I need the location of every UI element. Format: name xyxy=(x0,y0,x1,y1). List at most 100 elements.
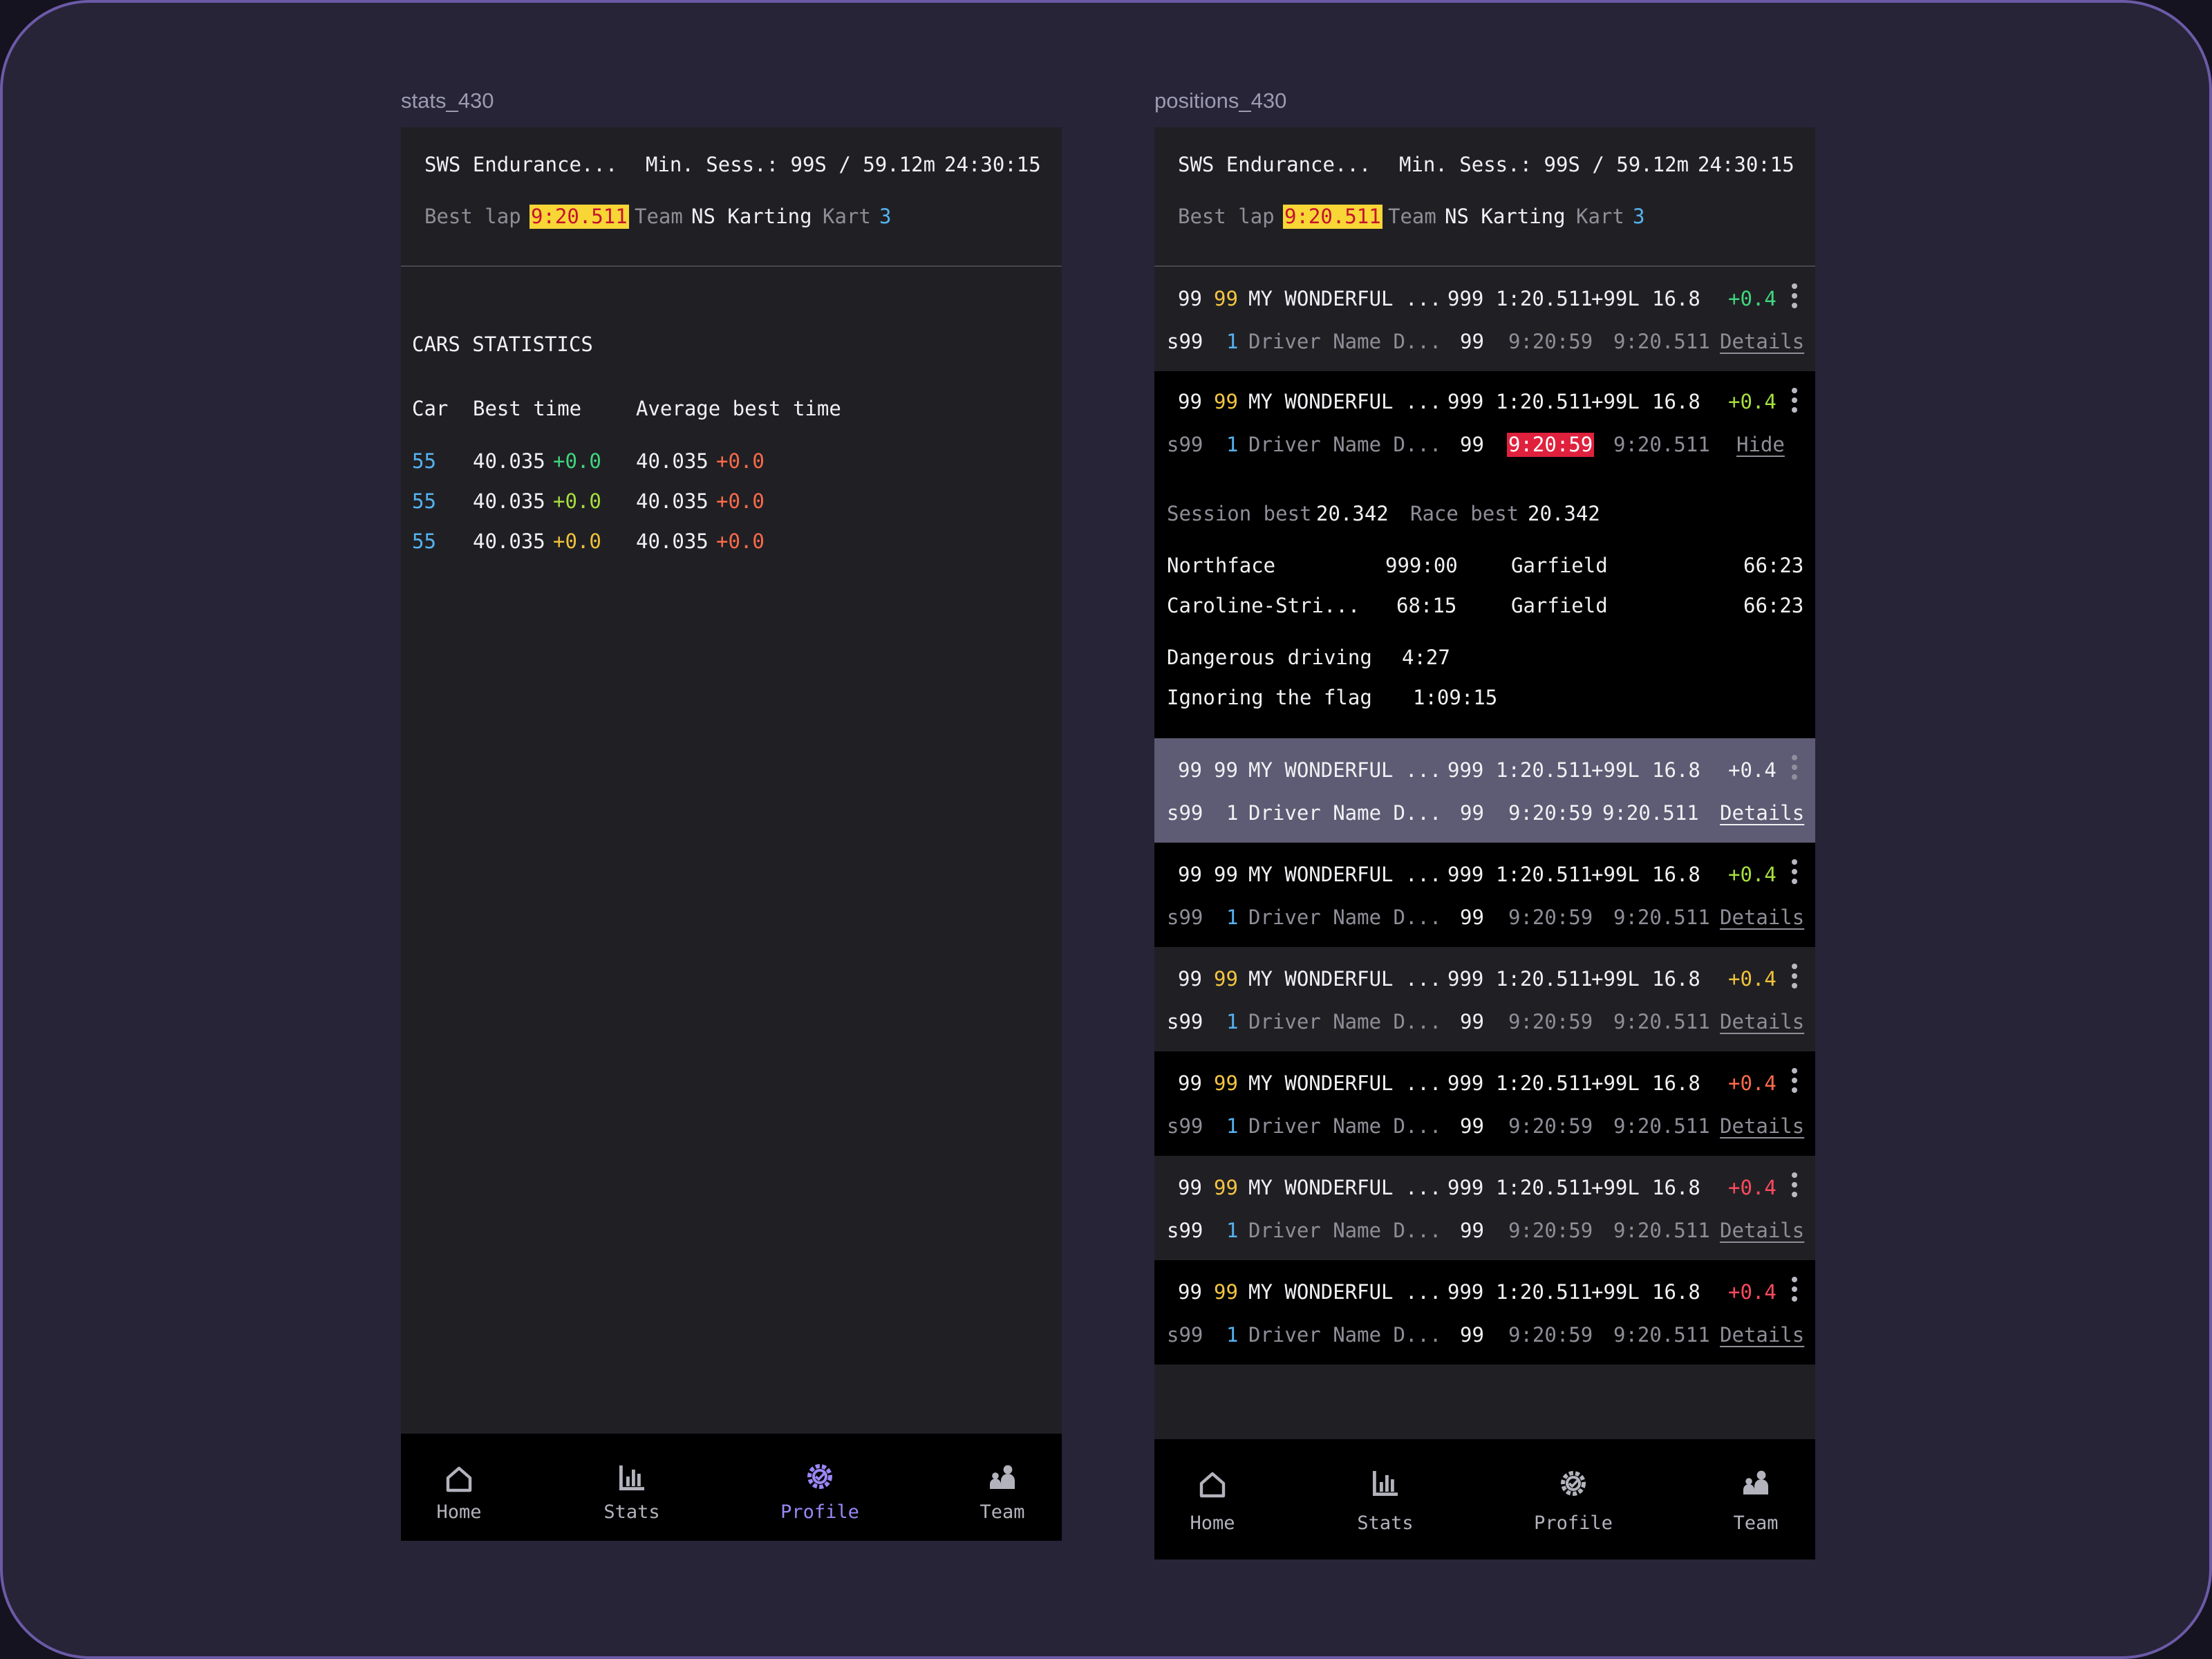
tab-stats[interactable]: Stats xyxy=(570,1434,694,1541)
more-icon[interactable] xyxy=(1792,964,1797,988)
position-row[interactable]: 99 99 MY WONDERFUL ... 999 1:20.511 +99L… xyxy=(1154,843,1815,947)
stint-time: 9:20:59 xyxy=(1508,330,1593,353)
driver-laps: 99 xyxy=(1460,330,1484,353)
driver-number: 1 xyxy=(1226,433,1239,456)
laps: 999 xyxy=(1447,1176,1484,1199)
last-lap: 1:20.511 xyxy=(1496,1176,1593,1199)
tab-stats[interactable]: Stats xyxy=(1323,1439,1447,1559)
driver-laps: 99 xyxy=(1460,801,1484,825)
position: 99 xyxy=(1178,1071,1202,1095)
car-number: 55 xyxy=(412,449,436,473)
kart-label: Kart xyxy=(823,205,871,228)
best-lap-value: 9:20.511 xyxy=(1283,205,1382,229)
average-best-time: 40.035 xyxy=(636,529,709,553)
position-row[interactable]: 99 99 MY WONDERFUL ... 999 1:20.511 +99L… xyxy=(1154,1260,1815,1365)
details-link[interactable]: Details xyxy=(1720,803,1804,823)
average-best-delta: +0.0 xyxy=(716,489,765,513)
more-icon[interactable] xyxy=(1792,1277,1797,1302)
driver-best: 9:20.511 xyxy=(1613,330,1710,353)
tab-home[interactable]: Home xyxy=(1154,1439,1275,1559)
delta: +0.4 xyxy=(1728,758,1777,782)
team-name: MY WONDERFUL ... xyxy=(1248,1071,1442,1095)
more-icon[interactable] xyxy=(1792,283,1797,308)
header-divider xyxy=(401,265,1062,267)
kart-number-value: 3 xyxy=(879,205,892,228)
more-icon[interactable] xyxy=(1792,388,1797,413)
canvas: stats_430 SWS Endurance... Min. Sess.: 9… xyxy=(0,0,2212,1659)
tab-label: Stats xyxy=(603,1501,660,1523)
more-icon[interactable] xyxy=(1792,755,1797,780)
position: 99 xyxy=(1178,287,1202,310)
section-title: CARS STATISTICS xyxy=(412,332,593,356)
driver-number: 1 xyxy=(1226,1010,1239,1033)
details-link[interactable]: Details xyxy=(1720,1325,1804,1345)
best-lap-value: 9:20.511 xyxy=(529,205,629,229)
speed: 16.8 xyxy=(1652,287,1700,310)
stint: s99 xyxy=(1167,330,1203,353)
tab-label: Profile xyxy=(1534,1512,1613,1534)
gap: +99L xyxy=(1591,863,1640,886)
team-icon xyxy=(990,1465,1015,1489)
driver-name: Driver Name D... xyxy=(1248,330,1442,353)
position-row-selected[interactable]: 99 99 MY WONDERFUL ... 999 1:20.511 +99L… xyxy=(1154,738,1815,843)
tab-profile[interactable]: Profile xyxy=(1511,1439,1635,1559)
average-best-time: 40.035 xyxy=(636,489,709,513)
stint-time: 9:20:59 xyxy=(1508,1114,1593,1138)
stats-table: Car Best time Average best time 55 40.03… xyxy=(401,399,1062,1420)
tab-profile[interactable]: Profile xyxy=(758,1434,882,1541)
details-link[interactable]: Details xyxy=(1720,1116,1804,1136)
last-lap: 1:20.511 xyxy=(1496,1280,1593,1304)
driver-laps: 99 xyxy=(1460,906,1484,929)
more-icon[interactable] xyxy=(1792,1068,1797,1093)
kart-number: 99 xyxy=(1214,390,1238,413)
delta: +0.4 xyxy=(1728,287,1777,310)
team-name: MY WONDERFUL ... xyxy=(1248,967,1442,991)
sector-time: 999:00 xyxy=(1385,554,1458,577)
more-icon[interactable] xyxy=(1792,859,1797,884)
gap: +99L xyxy=(1591,390,1640,413)
stint: s99 xyxy=(1167,1010,1203,1033)
details-link[interactable]: Details xyxy=(1720,908,1804,928)
team-name: MY WONDERFUL ... xyxy=(1248,863,1442,886)
driver-name: Driver Name D... xyxy=(1248,433,1442,456)
sector-name: Northface xyxy=(1167,554,1276,577)
speed: 16.8 xyxy=(1652,1280,1700,1304)
tab-label: Stats xyxy=(1357,1512,1414,1534)
tab-label: Team xyxy=(980,1501,1025,1523)
table-row: 55 40.035 +0.0 40.035 +0.0 xyxy=(401,532,1062,1373)
details-link[interactable]: Details xyxy=(1720,1221,1804,1241)
hide-link[interactable]: Hide xyxy=(1736,435,1785,455)
gap: +99L xyxy=(1591,1280,1640,1304)
laps: 999 xyxy=(1447,390,1484,413)
tab-home[interactable]: Home xyxy=(401,1434,521,1541)
average-best-delta: +0.0 xyxy=(716,449,765,473)
driver-number: 1 xyxy=(1226,1114,1239,1138)
more-icon[interactable] xyxy=(1792,1172,1797,1197)
details-link[interactable]: Details xyxy=(1720,332,1804,352)
stint-time: 9:20:59 xyxy=(1508,801,1593,825)
position-row[interactable]: 99 99 MY WONDERFUL ... 999 1:20.511 +99L… xyxy=(1154,1051,1815,1156)
driver-number: 1 xyxy=(1226,330,1239,353)
driver-laps: 99 xyxy=(1460,433,1484,456)
gear-icon xyxy=(807,1464,832,1489)
position-row-expanded[interactable]: 99 99 MY WONDERFUL ... 999 1:20.511 +99L… xyxy=(1154,371,1815,738)
race-best-label: Race best xyxy=(1410,502,1519,525)
column-header-best-time: Best time xyxy=(473,397,582,420)
tab-label: Home xyxy=(1190,1512,1235,1534)
position-row[interactable]: 99 99 MY WONDERFUL ... 999 1:20.511 +99L… xyxy=(1154,1156,1815,1260)
stint: s99 xyxy=(1167,801,1203,825)
driver-laps: 99 xyxy=(1460,1010,1484,1033)
team-icon xyxy=(1743,1470,1768,1494)
driver-name: Driver Name D... xyxy=(1248,1114,1442,1138)
details-link[interactable]: Details xyxy=(1720,1012,1804,1032)
driver-name: Driver Name D... xyxy=(1248,1219,1442,1242)
tab-team[interactable]: Team xyxy=(1694,1439,1815,1559)
driver-name: Driver Name D... xyxy=(1248,801,1442,825)
position-row[interactable]: 99 99 MY WONDERFUL ... 999 1:20.511 +99L… xyxy=(1154,947,1815,1051)
penalty-time: 4:27 xyxy=(1402,646,1450,669)
position-row[interactable]: 99 99 MY WONDERFUL ... 999 1:20.511 +99L… xyxy=(1154,267,1815,371)
kart-number: 99 xyxy=(1214,1280,1238,1304)
column-header-average-best-time: Average best time xyxy=(636,397,841,420)
gear-icon xyxy=(1561,1471,1586,1496)
tab-team[interactable]: Team xyxy=(940,1434,1062,1541)
